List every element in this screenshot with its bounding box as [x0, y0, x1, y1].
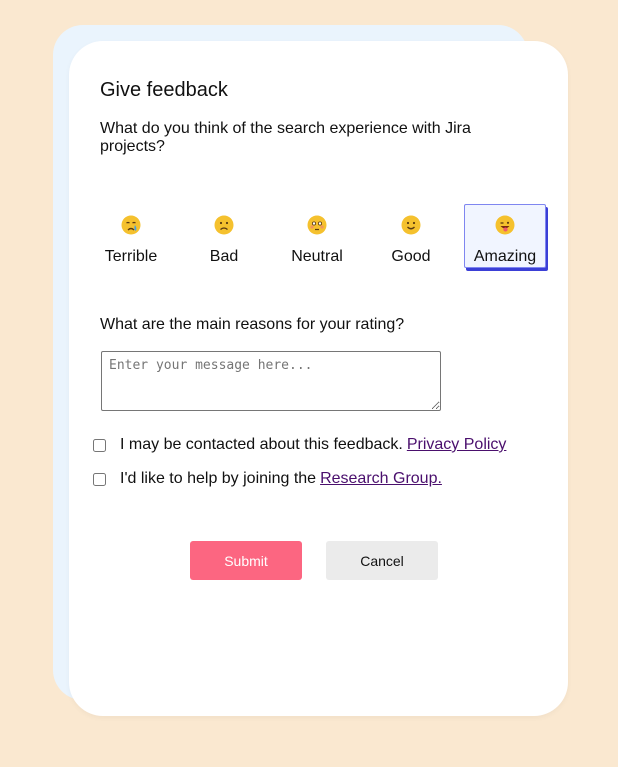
- winking-tongue-face-icon: [495, 215, 515, 235]
- rating-option-terrible[interactable]: Terrible: [90, 204, 172, 268]
- rating-label: Neutral: [291, 248, 343, 265]
- contact-consent-text: I may be contacted about this feedback.: [120, 436, 403, 453]
- flushed-face-icon: [307, 215, 327, 235]
- frowning-face-icon: [214, 215, 234, 235]
- smiling-face-icon: [401, 215, 421, 235]
- research-group-row: I'd like to help by joining the Research…: [93, 470, 442, 488]
- message-input[interactable]: [101, 351, 441, 411]
- reasons-label: What are the main reasons for your ratin…: [100, 316, 405, 333]
- rating-option-bad[interactable]: Bad: [183, 204, 265, 268]
- dialog-title: Give feedback: [100, 79, 228, 101]
- rating-label: Terrible: [104, 248, 158, 265]
- rating-option-amazing[interactable]: Amazing: [464, 204, 546, 268]
- rating-label: Good: [391, 248, 431, 265]
- rating-label: Amazing: [473, 248, 537, 265]
- research-group-checkbox[interactable]: [93, 472, 106, 486]
- research-group-link[interactable]: Research Group.: [320, 470, 442, 488]
- contact-consent-row: I may be contacted about this feedback. …: [93, 436, 506, 454]
- crying-face-icon: [121, 215, 141, 235]
- submit-button[interactable]: Submit: [190, 541, 302, 580]
- research-group-text: I'd like to help by joining the: [120, 470, 317, 487]
- rating-option-good[interactable]: Good: [370, 204, 452, 268]
- privacy-policy-link[interactable]: Privacy Policy: [407, 436, 507, 454]
- cancel-button[interactable]: Cancel: [326, 541, 438, 580]
- rating-option-neutral[interactable]: Neutral: [276, 204, 358, 268]
- rating-label: Bad: [209, 248, 239, 265]
- contact-consent-checkbox[interactable]: [93, 438, 106, 452]
- rating-question: What do you think of the search experien…: [100, 120, 471, 155]
